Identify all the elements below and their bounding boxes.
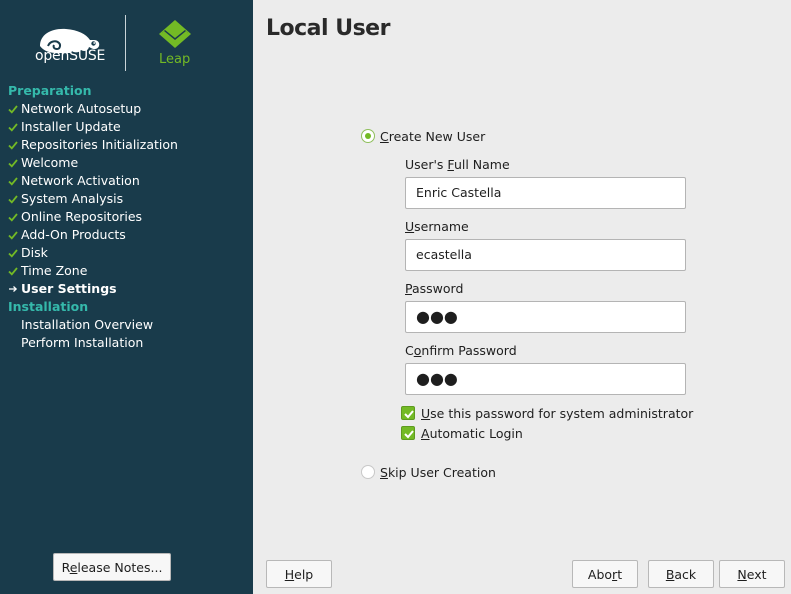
check-icon (8, 226, 20, 244)
use-for-admin-label[interactable]: Use this password for system administrat… (421, 406, 693, 421)
step-label: Disk (21, 245, 48, 260)
automatic-login-checkbox[interactable] (401, 426, 415, 440)
step-label: Repositories Initialization (21, 137, 178, 152)
username-input[interactable]: ecastella (405, 239, 686, 271)
checkmark-icon (404, 410, 414, 419)
leap-logo (159, 20, 191, 48)
check-icon (8, 262, 20, 280)
arrow-right-icon (8, 280, 20, 298)
check-icon (8, 244, 20, 262)
release-notes-button[interactable]: Release Notes... (53, 553, 171, 581)
check-icon (8, 208, 20, 226)
password-label: Password (405, 281, 464, 296)
step-label: Online Repositories (21, 209, 143, 224)
automatic-login-label[interactable]: Automatic Login (421, 426, 523, 441)
step-item: Online Repositories (8, 208, 248, 226)
release-notes-label: Release Notes... (61, 559, 163, 575)
check-icon (8, 100, 20, 118)
abort-button[interactable]: Abo r t (572, 560, 638, 588)
step-label: Welcome (21, 155, 79, 170)
step-item: System Analysis (8, 190, 248, 208)
sidebar: openSUSE Leap Preparation Network Autoset… (0, 0, 253, 594)
step-label: User Settings (21, 281, 117, 296)
step-item: Disk (8, 244, 248, 262)
brand-name: openSUSE (35, 48, 106, 64)
skip-user-radio[interactable] (361, 465, 375, 479)
next-button[interactable]: Next (719, 560, 785, 588)
check-icon (8, 154, 20, 172)
full-name-label: User's Full Name (405, 157, 510, 172)
logo-divider (125, 15, 126, 71)
step-label: Perform Installation (21, 335, 144, 350)
step-label: Network Autosetup (21, 101, 142, 116)
confirm-password-label: Confirm Password (405, 343, 517, 358)
skip-user-label[interactable]: Skip User Creation (380, 465, 496, 480)
step-item: Installation Overview (8, 316, 248, 334)
checkmark-icon (404, 430, 414, 439)
username-label: Username (405, 219, 469, 234)
step-label: System Analysis (21, 191, 124, 206)
check-icon (8, 172, 20, 190)
step-label: Installation Overview (21, 317, 154, 332)
page-title: Local User (266, 16, 390, 41)
step-label: Installer Update (21, 119, 121, 134)
step-item: Repositories Initialization (8, 136, 248, 154)
check-icon (8, 136, 20, 154)
password-input[interactable]: ●●● (405, 301, 686, 333)
step-item: User Settings (8, 280, 248, 298)
step-item: Welcome (8, 154, 248, 172)
step-placeholder (8, 334, 20, 352)
create-user-radio[interactable] (361, 129, 375, 143)
step-section-title: Installation (8, 299, 89, 314)
check-icon (8, 118, 20, 136)
check-icon (8, 190, 20, 208)
back-button[interactable]: Back (648, 560, 714, 588)
step-placeholder (8, 316, 20, 334)
step-item: Installer Update (8, 118, 248, 136)
use-for-admin-checkbox[interactable] (401, 406, 415, 420)
step-item: Perform Installation (8, 334, 248, 352)
full-name-input[interactable]: Enric Castella (405, 177, 686, 209)
step-item: Time Zone (8, 262, 248, 280)
step-section-title: Preparation (8, 83, 92, 98)
step-label: Network Activation (21, 173, 140, 188)
brand-wordmark: openSUSE (35, 48, 105, 64)
create-user-label[interactable]: Create New User (380, 129, 485, 144)
logo-area: openSUSE Leap (0, 0, 253, 80)
confirm-password-input[interactable]: ●●● (405, 363, 686, 395)
step-label: Add-On Products (21, 227, 126, 242)
step-label: Time Zone (21, 263, 88, 278)
installation-steps: Preparation Network Autosetup Installer Up… (8, 82, 248, 352)
help-button[interactable]: Help (266, 560, 332, 588)
step-item: Network Activation (8, 172, 248, 190)
step-item: Add-On Products (8, 226, 248, 244)
leap-label: Leap (159, 52, 191, 67)
step-item: Network Autosetup (8, 100, 248, 118)
